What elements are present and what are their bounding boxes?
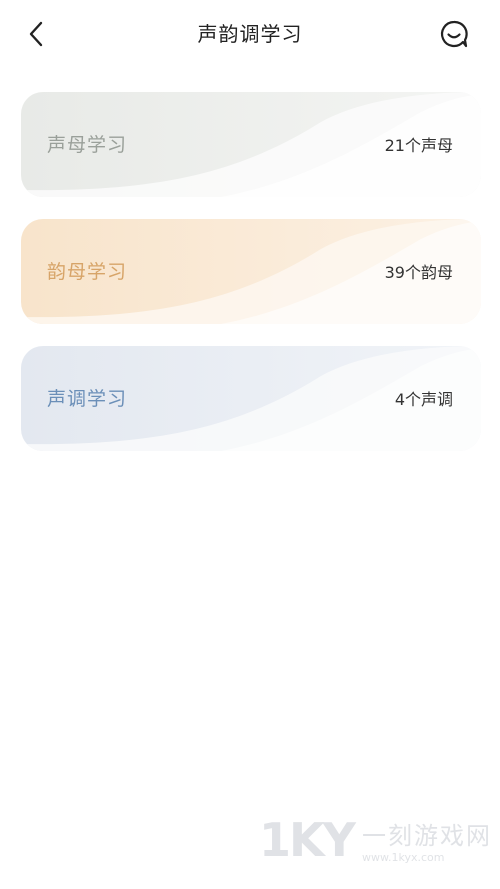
- card-label: 韵母学习: [47, 261, 128, 283]
- watermark: 1KY 一刻游戏网 www.1kyx.com: [259, 813, 492, 867]
- watermark-name: 一刻游戏网: [362, 822, 492, 850]
- card-count: 39个韵母: [384, 263, 453, 282]
- watermark-text: 一刻游戏网 www.1kyx.com: [362, 816, 492, 864]
- card-count: 21个声母: [384, 136, 453, 155]
- watermark-logo: 1KY: [259, 813, 356, 867]
- chat-bubble-icon: [440, 20, 468, 48]
- card-count: 4个声调: [394, 390, 453, 409]
- chat-button[interactable]: [438, 18, 470, 50]
- card-tones[interactable]: 声调学习 4个声调: [21, 346, 481, 451]
- watermark-url: www.1kyx.com: [362, 851, 445, 864]
- top-bar: 声韵调学习: [0, 0, 500, 66]
- card-finals[interactable]: 韵母学习 39个韵母: [21, 219, 481, 324]
- page-title: 声韵调学习: [197, 22, 303, 46]
- card-label: 声母学习: [47, 134, 128, 156]
- card-initials[interactable]: 声母学习 21个声母: [21, 92, 481, 197]
- card-label: 声调学习: [47, 388, 128, 410]
